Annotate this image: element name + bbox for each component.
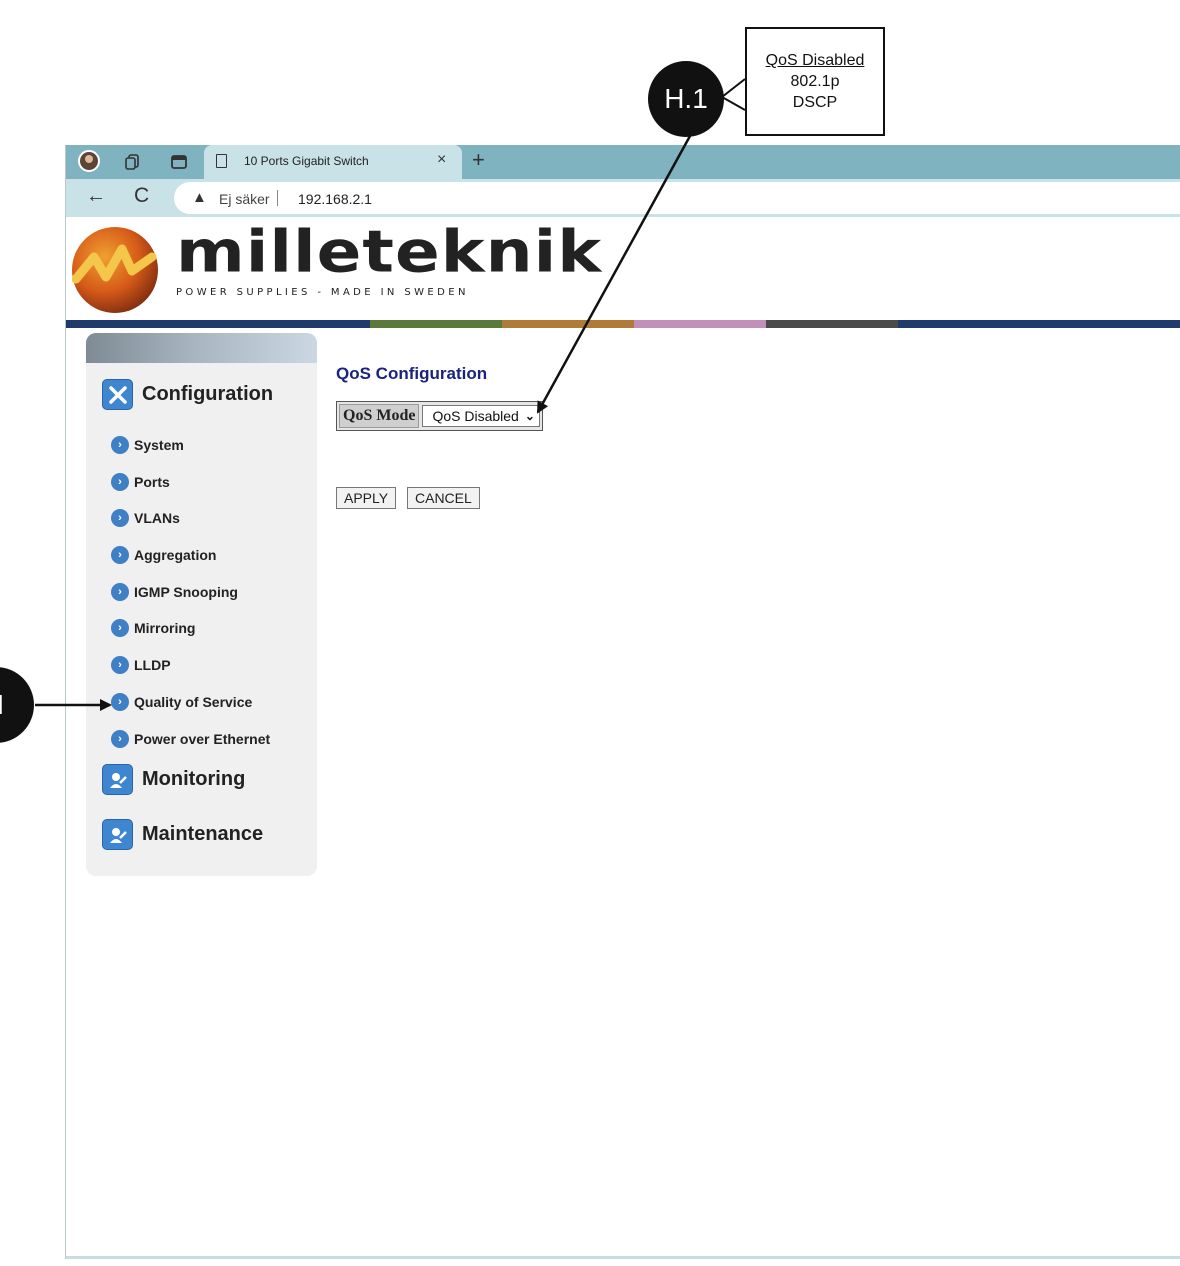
security-status[interactable]: Ej säker: [219, 191, 270, 207]
apply-button[interactable]: APPLY: [336, 487, 397, 509]
logo-bolt-icon: [72, 244, 157, 284]
sidebar-item-power-over-ethernet[interactable]: › Power over Ethernet: [111, 730, 270, 748]
sidebar-item-ports[interactable]: › Ports: [111, 473, 170, 491]
logo-wordmark: milleteknik: [176, 217, 603, 286]
browser-window: 10 Ports Gigabit Switch × + ← C ▲ Ej säk…: [65, 145, 1180, 1259]
monitoring-label[interactable]: Monitoring: [142, 768, 245, 791]
header-stripe-2: [370, 320, 502, 328]
chevron-right-icon: ›: [111, 619, 129, 637]
tab-title: 10 Ports Gigabit Switch: [244, 154, 369, 168]
header-stripe-3: [502, 320, 634, 328]
tab-close-icon[interactable]: ×: [437, 151, 446, 169]
back-button[interactable]: ←: [86, 185, 106, 208]
profile-avatar[interactable]: [78, 150, 100, 172]
collections-icon[interactable]: [122, 151, 144, 173]
header-stripe-5: [766, 320, 898, 328]
chevron-right-icon: ›: [111, 546, 129, 564]
logo-tagline: POWER SUPPLIES - MADE IN SWEDEN: [176, 287, 469, 298]
sidebar-item-system[interactable]: › System: [111, 436, 184, 454]
tab-bar: 10 Ports Gigabit Switch × +: [66, 145, 1180, 179]
sidebar-item-label[interactable]: Ports: [134, 474, 170, 490]
chevron-right-icon: ›: [111, 436, 129, 454]
qos-mode-label: QoS Mode: [339, 404, 420, 428]
address-bar: ← C ▲ Ej säker 192.168.2.1: [66, 179, 1180, 217]
qos-mode-row: QoS Mode QoS Disabled ⌄: [336, 401, 543, 431]
callout-option: DSCP: [792, 94, 838, 111]
chevron-right-icon: ›: [111, 693, 129, 711]
maintenance-user-icon: [102, 819, 133, 850]
chevron-right-icon: ›: [111, 583, 129, 601]
url-separator: [277, 190, 278, 206]
chevron-right-icon: ›: [111, 473, 129, 491]
sidebar-item-label[interactable]: Aggregation: [134, 547, 216, 563]
sidebar-item-aggregation[interactable]: › Aggregation: [111, 546, 216, 564]
chevron-right-icon: ›: [111, 730, 129, 748]
url-field[interactable]: ▲ Ej säker 192.168.2.1: [174, 182, 1180, 214]
sidebar-item-label[interactable]: LLDP: [134, 657, 171, 673]
qos-mode-value[interactable]: QoS Disabled: [432, 408, 518, 424]
sidebar-item-label[interactable]: IGMP Snooping: [134, 584, 238, 600]
workspaces-icon[interactable]: [168, 151, 190, 173]
qos-mode-select[interactable]: QoS Disabled ⌄: [422, 405, 540, 427]
header-stripe-4: [634, 320, 766, 328]
sidebar-section-monitoring[interactable]: Monitoring: [102, 764, 245, 795]
sidebar-item-label[interactable]: Mirroring: [134, 620, 195, 636]
sidebar-header-bar: [86, 333, 317, 363]
sidebar-item-label[interactable]: Power over Ethernet: [134, 731, 270, 747]
sidebar: Configuration › System › Ports › VLANs ›…: [86, 333, 317, 876]
marker-h1: H.1: [648, 61, 724, 137]
sidebar-item-mirroring[interactable]: › Mirroring: [111, 619, 195, 637]
tab-active[interactable]: 10 Ports Gigabit Switch ×: [204, 145, 462, 179]
sidebar-item-quality-of-service[interactable]: › Quality of Service: [111, 693, 252, 711]
sidebar-item-label[interactable]: Quality of Service: [134, 694, 252, 710]
cancel-button[interactable]: CANCEL: [407, 487, 480, 509]
chevron-down-icon[interactable]: ⌄: [525, 409, 535, 423]
header-stripe-1: [66, 320, 370, 328]
url-text[interactable]: 192.168.2.1: [298, 191, 372, 207]
tools-icon: [102, 379, 133, 410]
chevron-right-icon: ›: [111, 656, 129, 674]
maintenance-label[interactable]: Maintenance: [142, 823, 263, 846]
sidebar-section-configuration[interactable]: Configuration: [102, 379, 273, 410]
chevron-right-icon: ›: [111, 509, 129, 527]
site-header: milleteknik POWER SUPPLIES - MADE IN SWE…: [66, 217, 1180, 320]
sidebar-item-label[interactable]: System: [134, 437, 184, 453]
reload-button[interactable]: C: [134, 184, 149, 208]
callout-pointer: [721, 78, 746, 111]
page-icon: [216, 154, 227, 168]
page-title: QoS Configuration: [336, 364, 488, 383]
configuration-label[interactable]: Configuration: [142, 383, 273, 406]
callout-option: 802.1p: [790, 73, 840, 90]
sidebar-section-maintenance[interactable]: Maintenance: [102, 819, 263, 850]
sidebar-item-lldp[interactable]: › LLDP: [111, 656, 171, 674]
callout-option: QoS Disabled: [765, 52, 865, 69]
sidebar-item-vlans[interactable]: › VLANs: [111, 509, 180, 527]
header-stripe-6: [898, 320, 1180, 328]
qos-mode-options-callout: QoS Disabled 802.1p DSCP: [745, 27, 885, 136]
sidebar-item-label[interactable]: VLANs: [134, 510, 180, 526]
monitor-user-icon: [102, 764, 133, 795]
sidebar-item-igmp-snooping[interactable]: › IGMP Snooping: [111, 583, 238, 601]
new-tab-button[interactable]: +: [472, 147, 485, 173]
warning-triangle-icon[interactable]: ▲: [192, 189, 207, 206]
marker-left: H: [0, 667, 34, 743]
status-bar-edge: [66, 1256, 1180, 1259]
